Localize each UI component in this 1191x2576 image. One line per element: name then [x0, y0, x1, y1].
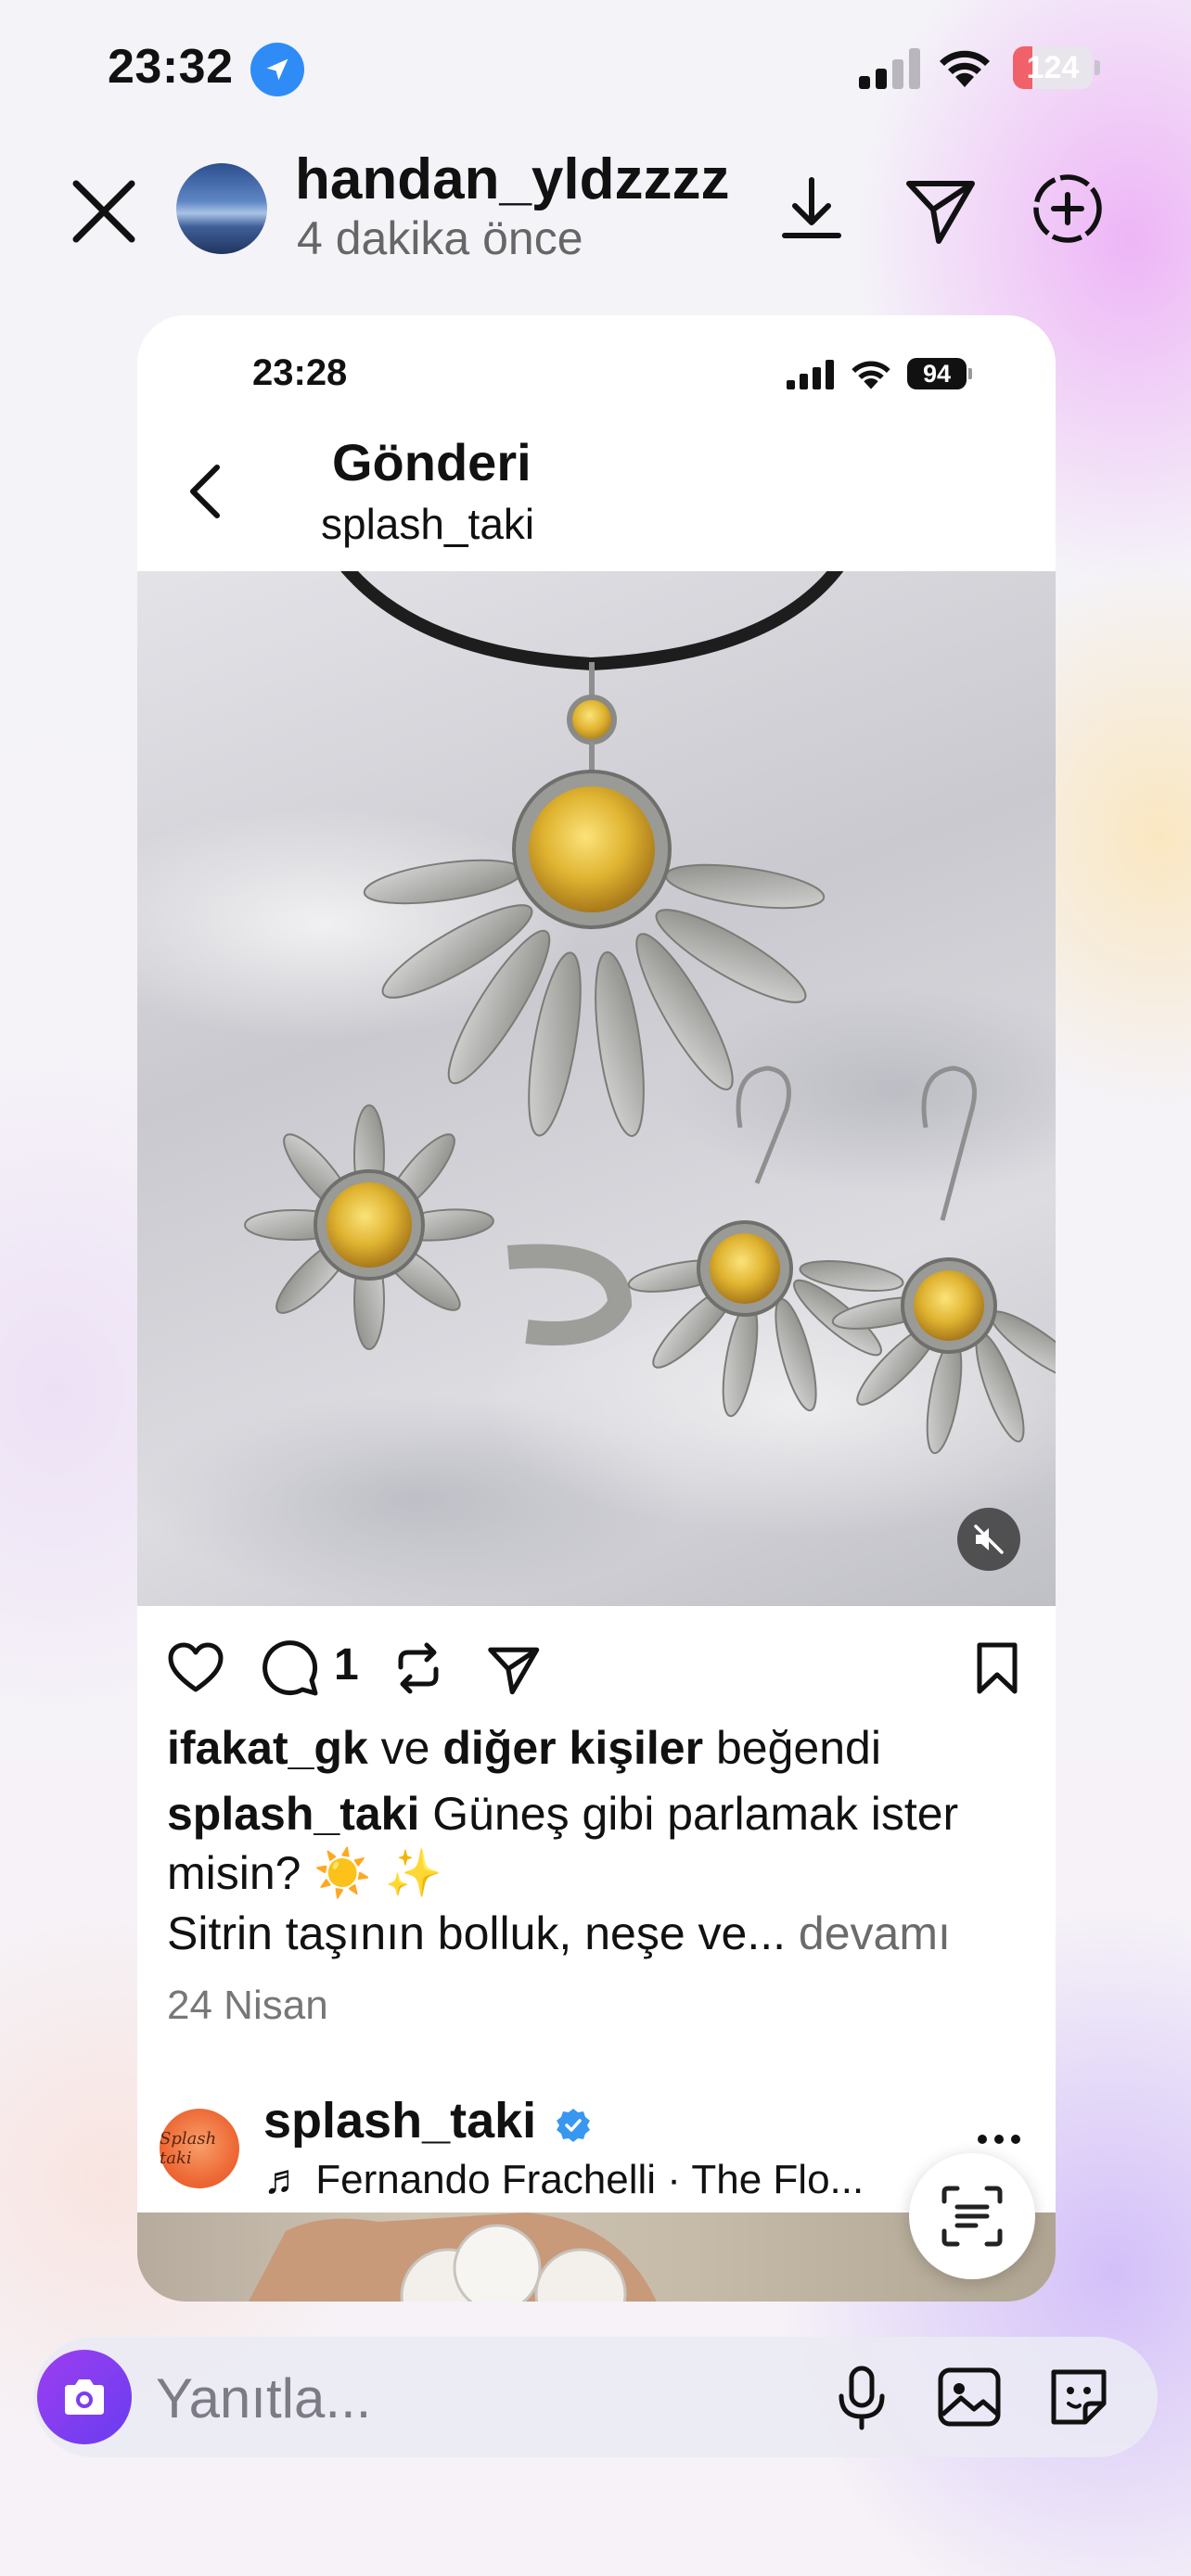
jewelry-photo-image [244, 571, 1056, 1455]
camera-icon [65, 2379, 104, 2415]
battery-percent: 124 [1026, 50, 1080, 85]
verified-badge-icon [555, 2107, 592, 2144]
post-header-subtitle[interactable]: splash_taki [321, 499, 534, 549]
caption-line2: Sitrin taşının bolluk, neşe ve... [167, 1907, 787, 1959]
caption-second-line: Sitrin taşının bolluk, neşe ve... devamı [167, 1906, 951, 1960]
chevron-left-icon [190, 465, 220, 518]
repost-icon [398, 1642, 439, 1694]
post-battery: 94 [907, 358, 972, 389]
repost-button[interactable] [388, 1638, 449, 1699]
send-button[interactable] [482, 1638, 544, 1699]
likes-user[interactable]: ifakat_gk [167, 1722, 368, 1774]
story-time-ago: 4 dakika önce [297, 212, 583, 264]
likes-suffix: beğendi [703, 1722, 881, 1774]
cellular-signal-icon [859, 48, 920, 89]
speaker-muted-icon [974, 1524, 1004, 1554]
mute-button[interactable] [957, 1508, 1020, 1571]
likes-and: ve [367, 1722, 443, 1774]
like-button[interactable] [165, 1638, 226, 1699]
battery-indicator: 124 [1013, 46, 1100, 89]
back-button[interactable] [178, 454, 234, 529]
next-post-avatar[interactable]: Splash taki [160, 2109, 239, 2188]
next-post-music[interactable]: ♬ Fernando Frachelli · The Flo... [263, 2157, 913, 2203]
send-icon [906, 181, 975, 244]
post-header-title: Gönderi [332, 433, 531, 491]
more-dots-icon [978, 2135, 1020, 2144]
send-icon [488, 1647, 540, 1695]
save-button[interactable] [967, 1638, 1028, 1699]
download-button[interactable] [770, 167, 853, 250]
likes-text[interactable]: ifakat_gk ve diğer kişiler beğendi [167, 1721, 881, 1775]
sticker-button[interactable] [1043, 2361, 1115, 2433]
microphone-button[interactable] [826, 2361, 898, 2433]
microphone-icon [839, 2366, 885, 2430]
close-button[interactable] [65, 172, 143, 250]
sticker-icon [1051, 2369, 1107, 2425]
download-icon [782, 177, 841, 238]
post-date: 24 Nisan [167, 1983, 328, 2028]
caption-username[interactable]: splash_taki [167, 1788, 419, 1840]
story-username[interactable]: handan_yldzzzz [295, 147, 730, 212]
status-time: 23:32 [108, 40, 234, 94]
avatar[interactable] [176, 163, 267, 254]
camera-button[interactable] [37, 2350, 132, 2444]
scan-text-icon [941, 2186, 1003, 2247]
comment-bubble-icon [263, 1640, 318, 1696]
gallery-button[interactable] [933, 2361, 1005, 2433]
add-to-story-button[interactable] [1026, 167, 1109, 250]
heart-icon [168, 1642, 224, 1692]
next-post-username[interactable]: splash_taki [263, 2092, 536, 2149]
shared-post-card[interactable]: 23:28 94 Gönderi splash_taki 1 ifakat_gk… [137, 315, 1056, 2302]
share-button[interactable] [898, 167, 981, 250]
wifi-icon [937, 45, 992, 87]
reply-input[interactable] [156, 2363, 675, 2433]
next-post-avatar-logo: Splash taki [160, 2129, 217, 2168]
post-photo[interactable] [137, 571, 1056, 1606]
post-cellular-icon [787, 360, 835, 389]
likes-others[interactable]: diğer kişiler [442, 1722, 703, 1774]
location-arrow-icon [250, 43, 304, 96]
post-actions: 1 [137, 1606, 1056, 1708]
image-icon [938, 2367, 1001, 2427]
caption-more-link[interactable]: devamı [786, 1907, 951, 1959]
bookmark-icon [977, 1642, 1018, 1694]
comment-button[interactable] [260, 1638, 321, 1699]
visual-lookup-button[interactable] [909, 2153, 1035, 2279]
close-icon [72, 180, 135, 243]
post-status-time: 23:28 [252, 352, 348, 393]
comment-count: 1 [334, 1640, 359, 1690]
post-wifi-icon [850, 356, 892, 389]
add-circle-dashed-icon [1033, 174, 1102, 243]
more-options-button[interactable] [976, 2133, 1022, 2146]
post-battery-percent: 94 [907, 358, 967, 389]
caption: splash_taki Güneş gibi parlamak ister mi… [167, 1784, 1039, 1903]
